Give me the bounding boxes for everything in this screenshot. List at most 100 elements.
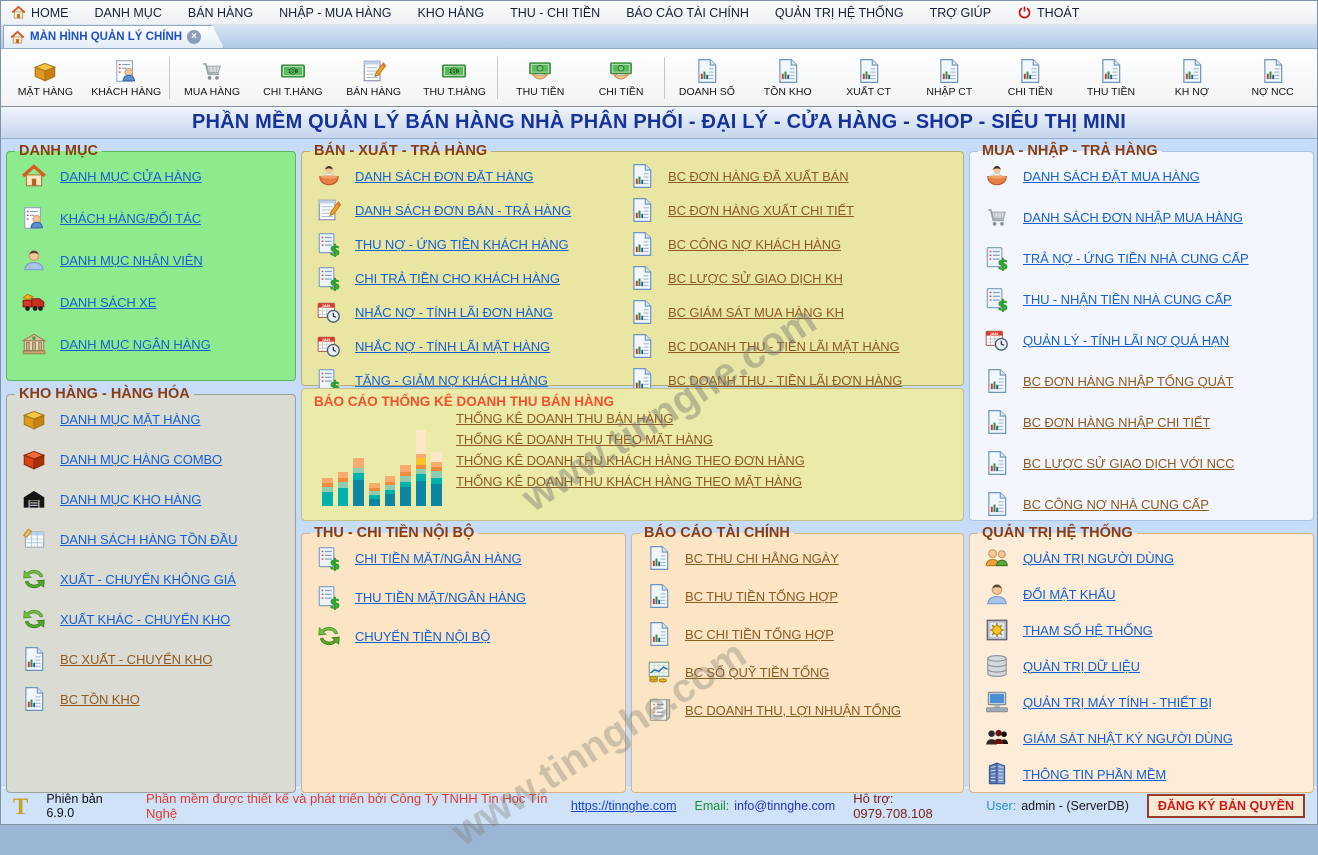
menu-link[interactable]: BC XUẤT - CHUYỂN KHO xyxy=(21,646,289,672)
users-dark-icon xyxy=(984,725,1010,751)
tab-main-screen[interactable]: MÀN HÌNH QUẢN LÝ CHÍNH × xyxy=(3,25,224,48)
menu-link[interactable]: BC ĐƠN HÀNG NHẬP CHI TIẾT xyxy=(984,409,1307,435)
menu-link[interactable]: BC TỒN KHO xyxy=(21,686,289,712)
toolbar-item[interactable]: TỒN KHO xyxy=(747,57,828,99)
menu-link[interactable]: BC SỔ QUỸ TIỀN TỔNG xyxy=(646,659,957,685)
menu-item[interactable]: DANH MỤC xyxy=(95,6,162,20)
menu-item[interactable]: TRỢ GIÚP xyxy=(930,6,991,20)
register-license-button[interactable]: ĐĂNG KÝ BẢN QUYỀN xyxy=(1147,794,1305,818)
menu-link[interactable]: THỐNG KÊ DOANH THU THEO MẶT HÀNG xyxy=(456,432,957,447)
menu-link[interactable]: QUẢN TRỊ MÁY TÍNH - THIẾT BỊ xyxy=(984,689,1307,715)
menu-link[interactable]: JANNHẮC NỢ - TÍNH LÃI ĐƠN HÀNG xyxy=(316,299,621,325)
menu-link[interactable]: GIÁM SÁT NHẬT KÝ NGƯỜI DÙNG xyxy=(984,725,1307,751)
menu-item-label: NHẬP - MUA HÀNG xyxy=(279,6,391,20)
toolbar-item[interactable]: 100THU T.HÀNG xyxy=(414,57,495,99)
menu-link[interactable]: BC DOANH THU - TIỀN LÃI MẶT HÀNG xyxy=(629,333,957,359)
menu-link-label: DANH MỤC NHÂN VIÊN xyxy=(60,253,203,268)
toolbar-item-label: NỢ NCC xyxy=(1251,86,1293,98)
menu-item[interactable]: BÁN HÀNG xyxy=(188,6,253,20)
menu-link[interactable]: $THU - NHẬN TIỀN NHÀ CUNG CẤP xyxy=(984,286,1307,312)
menu-link[interactable]: $TRẢ NỢ - ỨNG TIỀN NHÀ CUNG CẤP xyxy=(984,245,1307,271)
toolbar-item[interactable]: DOANH SỐ xyxy=(667,57,748,99)
menu-link[interactable]: DANH MỤC KHO HÀNG xyxy=(21,486,289,512)
toolbar-item[interactable]: XUẤT CT xyxy=(828,57,909,99)
toolbar-item[interactable]: MẶT HÀNG xyxy=(5,57,86,99)
menu-link[interactable]: THỐNG KÊ DOANH THU KHÁCH HÀNG THEO ĐƠN H… xyxy=(456,453,957,468)
menu-link[interactable]: BC CÔNG NỢ KHÁCH HÀNG xyxy=(629,231,957,257)
report-icon xyxy=(629,265,655,291)
menu-link[interactable]: BC DOANH THU, LỢI NHUẬN TỔNG xyxy=(646,697,957,723)
menu-link[interactable]: $CHI TRẢ TIỀN CHO KHÁCH HÀNG xyxy=(316,265,621,291)
menu-link[interactable]: DANH MỤC CỬA HÀNG xyxy=(21,163,289,189)
toolbar-item[interactable]: MUA HÀNG xyxy=(172,57,253,99)
menu-link[interactable]: KHÁCH HÀNG/ĐỐI TÁC xyxy=(21,205,289,231)
menu-link[interactable]: THAM SỐ HỆ THỐNG xyxy=(984,617,1307,643)
menu-link[interactable]: DANH MỤC NHÂN VIÊN xyxy=(21,247,289,273)
menu-link[interactable]: DANH SÁCH ĐƠN BÁN - TRẢ HÀNG xyxy=(316,197,621,223)
toolbar-item[interactable]: NHẬP CT xyxy=(909,57,990,99)
menu-link[interactable]: DANH MỤC MẶT HÀNG xyxy=(21,406,289,432)
menu-link[interactable]: XUẤT KHÁC - CHUYỂN KHO xyxy=(21,606,289,632)
menu-link[interactable]: CHUYỂN TIỀN NỘI BỘ xyxy=(316,623,619,649)
user-label: User: xyxy=(986,799,1016,813)
toolbar-item[interactable]: KH NỢ xyxy=(1151,57,1232,99)
menu-link-label: QUẢN TRỊ NGƯỜI DÙNG xyxy=(1023,551,1174,566)
toolbar-item[interactable]: THU TIỀN xyxy=(500,57,581,99)
doc-list-icon xyxy=(646,697,672,723)
menu-link[interactable]: BC THU TIỀN TỔNG HỢP xyxy=(646,583,957,609)
toolbar-item[interactable]: CHI TIỀN xyxy=(990,57,1071,99)
menu-link[interactable]: BC LƯỢC SỬ GIAO DỊCH KH xyxy=(629,265,957,291)
menu-item[interactable]: HOME xyxy=(11,5,69,20)
menu-link-label: BC THU CHI HẰNG NGÀY xyxy=(685,551,839,566)
toolbar-item[interactable]: THU TIỀN xyxy=(1071,57,1152,99)
menu-link[interactable]: BC ĐƠN HÀNG XUẤT CHI TIẾT xyxy=(629,197,957,223)
menu-link[interactable]: DANH SÁCH ĐƠN ĐẶT HÀNG xyxy=(316,163,621,189)
menu-link[interactable]: THÔNG TIN PHẦN MỀM xyxy=(984,761,1307,787)
menu-link[interactable]: $CHI TIỀN MẶT/NGÂN HÀNG xyxy=(316,545,619,571)
report-icon xyxy=(1179,58,1205,84)
menu-link[interactable]: THỐNG KÊ DOANH THU KHÁCH HÀNG THEO MẶT H… xyxy=(456,474,957,489)
menu-link[interactable]: QUẢN TRỊ DỮ LIỆU xyxy=(984,653,1307,679)
menu-link[interactable]: $THU TIỀN MẶT/NGÂN HÀNG xyxy=(316,584,619,610)
email-link[interactable]: info@tinnghe.com xyxy=(734,799,835,813)
menu-link[interactable]: DANH SÁCH ĐẶT MUA HÀNG xyxy=(984,163,1307,189)
menu-link[interactable]: BC LƯỢC SỬ GIAO DỊCH VỚI NCC xyxy=(984,450,1307,476)
menu-link[interactable]: BC ĐƠN HÀNG NHẬP TỔNG QUÁT xyxy=(984,368,1307,394)
toolbar-item[interactable]: BÁN HÀNG xyxy=(333,57,414,99)
menu-item[interactable]: THOÁT xyxy=(1017,5,1079,20)
menu-item[interactable]: KHO HÀNG xyxy=(417,6,484,20)
menu-link[interactable]: THỐNG KÊ DOANH THU BÁN HÀNG xyxy=(456,411,957,426)
menu-link[interactable]: JANNHẮC NỢ - TÍNH LÃI MẶT HÀNG xyxy=(316,333,621,359)
menu-link[interactable]: ĐỔI MẬT KHẨU xyxy=(984,581,1307,607)
menu-link[interactable]: DANH SÁCH XE xyxy=(21,289,289,315)
toolbar-item[interactable]: 100CHI T.HÀNG xyxy=(252,57,333,99)
menu-link[interactable]: BC ĐƠN HÀNG ĐÃ XUẤT BÁN xyxy=(629,163,957,189)
menu-link[interactable]: BC CÔNG NỢ NHÀ CUNG CẤP xyxy=(984,491,1307,517)
menu-link[interactable]: BC CHI TIỀN TỔNG HỢP xyxy=(646,621,957,647)
menu-item[interactable]: BÁO CÁO TÀI CHÍNH xyxy=(626,6,749,20)
menu-link[interactable]: DANH SÁCH ĐƠN NHẬP MUA HÀNG xyxy=(984,204,1307,230)
toolbar-item[interactable]: KHÁCH HÀNG xyxy=(86,57,167,99)
menu-link[interactable]: DANH MỤC NGÂN HÀNG xyxy=(21,331,289,357)
tab-close-icon[interactable]: × xyxy=(187,30,201,44)
menu-link[interactable]: BC GIÁM SÁT MUA HÀNG KH xyxy=(629,299,957,325)
website-link[interactable]: https://tinnghe.com xyxy=(571,799,677,813)
menu-link[interactable]: XUẤT - CHUYỂN KHÔNG GIÁ xyxy=(21,566,289,592)
menu-link[interactable]: $THU NỢ - ỨNG TIỀN KHÁCH HÀNG xyxy=(316,231,621,257)
panel-thu-chi-noi-bo: THU - CHI TIỀN NỘI BỘ $CHI TIỀN MẶT/NGÂN… xyxy=(301,525,626,793)
menu-link[interactable]: BC THU CHI HẰNG NGÀY xyxy=(646,545,957,571)
menu-link[interactable]: DANH MỤC HÀNG COMBO xyxy=(21,446,289,472)
menu-item[interactable]: QUẢN TRỊ HỆ THỐNG xyxy=(775,6,904,20)
report-icon xyxy=(984,491,1010,517)
report-icon xyxy=(21,686,47,712)
menu-item[interactable]: NHẬP - MUA HÀNG xyxy=(279,6,391,20)
report-icon xyxy=(694,58,720,84)
report-icon xyxy=(856,58,882,84)
menu-item[interactable]: THU - CHI TIỀN xyxy=(510,6,600,20)
menu-link[interactable]: QUẢN TRỊ NGƯỜI DÙNG xyxy=(984,545,1307,571)
truck-icon xyxy=(21,289,47,315)
toolbar-item[interactable]: NỢ NCC xyxy=(1232,57,1313,99)
menu-link[interactable]: DANH SÁCH HÀNG TỒN ĐẦU xyxy=(21,526,289,552)
toolbar-item[interactable]: CHI TIỀN xyxy=(581,57,662,99)
menu-link[interactable]: JANQUẢN LÝ - TÍNH LÃI NỢ QUÁ HẠN xyxy=(984,327,1307,353)
